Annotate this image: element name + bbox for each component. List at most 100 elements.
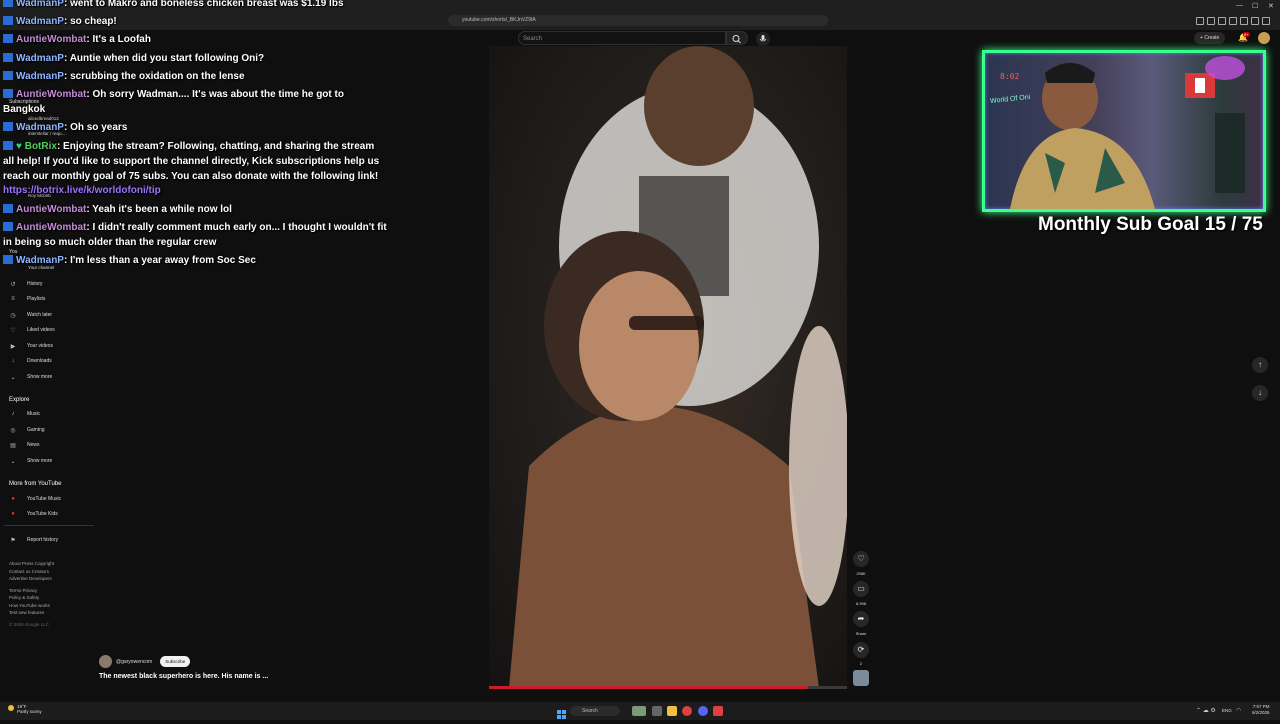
footer-line[interactable]: Advertise Developers (9, 575, 54, 583)
extension-icon[interactable] (1240, 17, 1248, 25)
chat-message-continued: reach our monthly goal of 75 subs. You c… (3, 169, 378, 184)
sidebar-item-downloads[interactable]: ↓ Downloads (9, 354, 52, 368)
chat-message: WadmanP: Oh so years (3, 120, 127, 135)
previous-short-button[interactable]: ↑ (1252, 357, 1268, 373)
taskbar-clock[interactable]: 7:57 PM 6/2/2026 (1252, 704, 1270, 715)
like-button[interactable]: ♡ (853, 551, 869, 567)
chat-username: WadmanP (16, 16, 64, 27)
sidebar-item-watch-later[interactable]: ◷ Watch later (9, 308, 52, 322)
weather-icon[interactable] (8, 705, 14, 711)
minimize-button[interactable]: — (1236, 2, 1243, 9)
kick-badge-icon (3, 204, 13, 213)
sidebar-item-history[interactable]: ↺ History (9, 277, 42, 291)
search-input[interactable]: Search (518, 31, 726, 45)
sidebar-show-more[interactable]: ⌄ Show more (9, 370, 52, 384)
chat-text: : went to Makro and boneless chicken bre… (63, 0, 344, 9)
system-tray-icons[interactable]: ⌃ ☁ ⚙ (1196, 707, 1216, 714)
chat-text: in being so much older than the regular … (3, 237, 217, 248)
weather-widget[interactable]: 19°F Partly sunny (17, 704, 42, 714)
gaming-icon: ◎ (10, 427, 16, 434)
sidebar-item-your-videos[interactable]: ▶ Your videos (9, 339, 53, 353)
subscribe-button[interactable]: Subscribe (160, 656, 191, 667)
chat-message: AuntieWombat: Oh sorry Wadman.... It's w… (3, 87, 344, 102)
sidebar-item-label: Playlists (27, 296, 46, 302)
footer-line[interactable]: Policy & Safety (9, 594, 54, 602)
share-label: Share (855, 631, 867, 636)
footer-line[interactable]: Terms Privacy (9, 587, 54, 595)
avatar[interactable] (1258, 32, 1270, 44)
webcam-clock: 8:02 (1000, 72, 1020, 81)
extension-icon[interactable] (1218, 17, 1226, 25)
sidebar-item-gaming[interactable]: ◎ Gaming (9, 423, 44, 437)
share-icon: ➦ (857, 614, 865, 623)
widgets-icon[interactable] (632, 706, 646, 716)
footer-line[interactable]: Test new features (9, 609, 54, 617)
footer-line[interactable]: About Press Copyright (9, 560, 54, 568)
maximize-button[interactable]: ☐ (1252, 2, 1258, 10)
search-icon (732, 35, 741, 44)
extension-icon[interactable] (1262, 17, 1270, 25)
extension-icon[interactable] (1207, 17, 1215, 25)
short-title[interactable]: The newest black superhero is here. His … (99, 673, 268, 680)
file-explorer-icon[interactable] (667, 706, 677, 716)
footer-line[interactable]: Contact us Creators (9, 568, 54, 576)
search-button[interactable] (726, 31, 748, 45)
windows-start-icon[interactable] (557, 706, 566, 719)
liked-videos-icon: ♡ (10, 327, 16, 334)
chat-text: : so cheap! (63, 16, 117, 27)
share-button[interactable]: ➦ (853, 611, 869, 627)
sidebar-item-youtube-music[interactable]: ● YouTube Music (9, 492, 61, 506)
shorts-video-player[interactable] (489, 46, 847, 688)
language-indicator[interactable]: ENG (1222, 708, 1232, 713)
kick-badge-icon (3, 89, 13, 98)
kick-badge-icon (3, 141, 13, 150)
like-count: 298K (856, 571, 866, 576)
short-channel-row: @garyowencom Subscribe (99, 655, 191, 668)
extension-icon[interactable] (1229, 17, 1237, 25)
wifi-icon[interactable]: ◠ (1236, 707, 1241, 714)
sidebar-item-news[interactable]: ▤ News (9, 438, 39, 452)
sidebar-item-report-history[interactable]: ⚑ Report history (9, 533, 58, 547)
sidebar-divider (4, 525, 94, 526)
chat-username: WadmanP (16, 0, 64, 9)
discord-icon[interactable] (698, 706, 708, 716)
voice-search-button[interactable] (756, 32, 770, 46)
chat-text: : Auntie when did you start following On… (63, 53, 265, 64)
taskbar-search[interactable]: Search (570, 706, 620, 716)
sidebar-show-more[interactable]: ⌄ Show more (9, 454, 52, 468)
channel-avatar[interactable] (99, 655, 112, 668)
chrome-icon[interactable] (682, 706, 692, 716)
channel-thumbnail[interactable] (853, 670, 869, 686)
app-icon[interactable] (713, 706, 723, 716)
remix-button[interactable]: ⟳ (853, 642, 869, 658)
webcam-overlay (982, 50, 1266, 212)
chat-link[interactable]: https://botrix.live/k/worldofoni/tip (3, 183, 161, 198)
sidebar-item-youtube-kids[interactable]: ● YouTube Kids (9, 507, 58, 521)
sidebar-item-music[interactable]: ♪ Music (9, 407, 41, 421)
heart-icon: ♥ (16, 141, 25, 152)
chat-message: AuntieWombat: It's a Loofah (3, 32, 151, 47)
extension-icon[interactable] (1251, 17, 1259, 25)
arrow-up-icon: ↑ (1258, 360, 1262, 369)
playlists-icon: ≡ (11, 296, 15, 302)
next-short-button[interactable]: ↓ (1252, 385, 1268, 401)
address-bar[interactable]: youtube.com/shorts/_BKJnVZ9tA (448, 15, 828, 26)
chat-link-text[interactable]: https://botrix.live/k/worldofoni/tip (3, 185, 161, 196)
flag-icon: ⚑ (10, 537, 16, 544)
chat-message: ♥ BotRix: Enjoying the stream? Following… (3, 139, 374, 154)
notification-badge: 9+ (1243, 32, 1250, 37)
close-window-button[interactable]: ✕ (1268, 2, 1274, 10)
chat-username: WadmanP (16, 71, 64, 82)
remix-count: 2 (859, 661, 863, 666)
comments-button[interactable]: ▭ (853, 581, 869, 597)
create-button[interactable]: + Create (1194, 32, 1226, 44)
create-label: Create (1204, 35, 1220, 41)
extension-icon[interactable] (1196, 17, 1204, 25)
task-view-icon[interactable] (652, 706, 662, 716)
footer-line[interactable]: How YouTube works (9, 602, 54, 610)
sidebar-item-playlists[interactable]: ≡ Playlists (9, 292, 45, 306)
channel-name[interactable]: @garyowencom (116, 659, 152, 665)
sidebar-item-liked-videos[interactable]: ♡ Liked videos (9, 323, 55, 337)
news-icon: ▤ (10, 442, 16, 449)
chevron-down-icon: ⌄ (10, 458, 16, 465)
